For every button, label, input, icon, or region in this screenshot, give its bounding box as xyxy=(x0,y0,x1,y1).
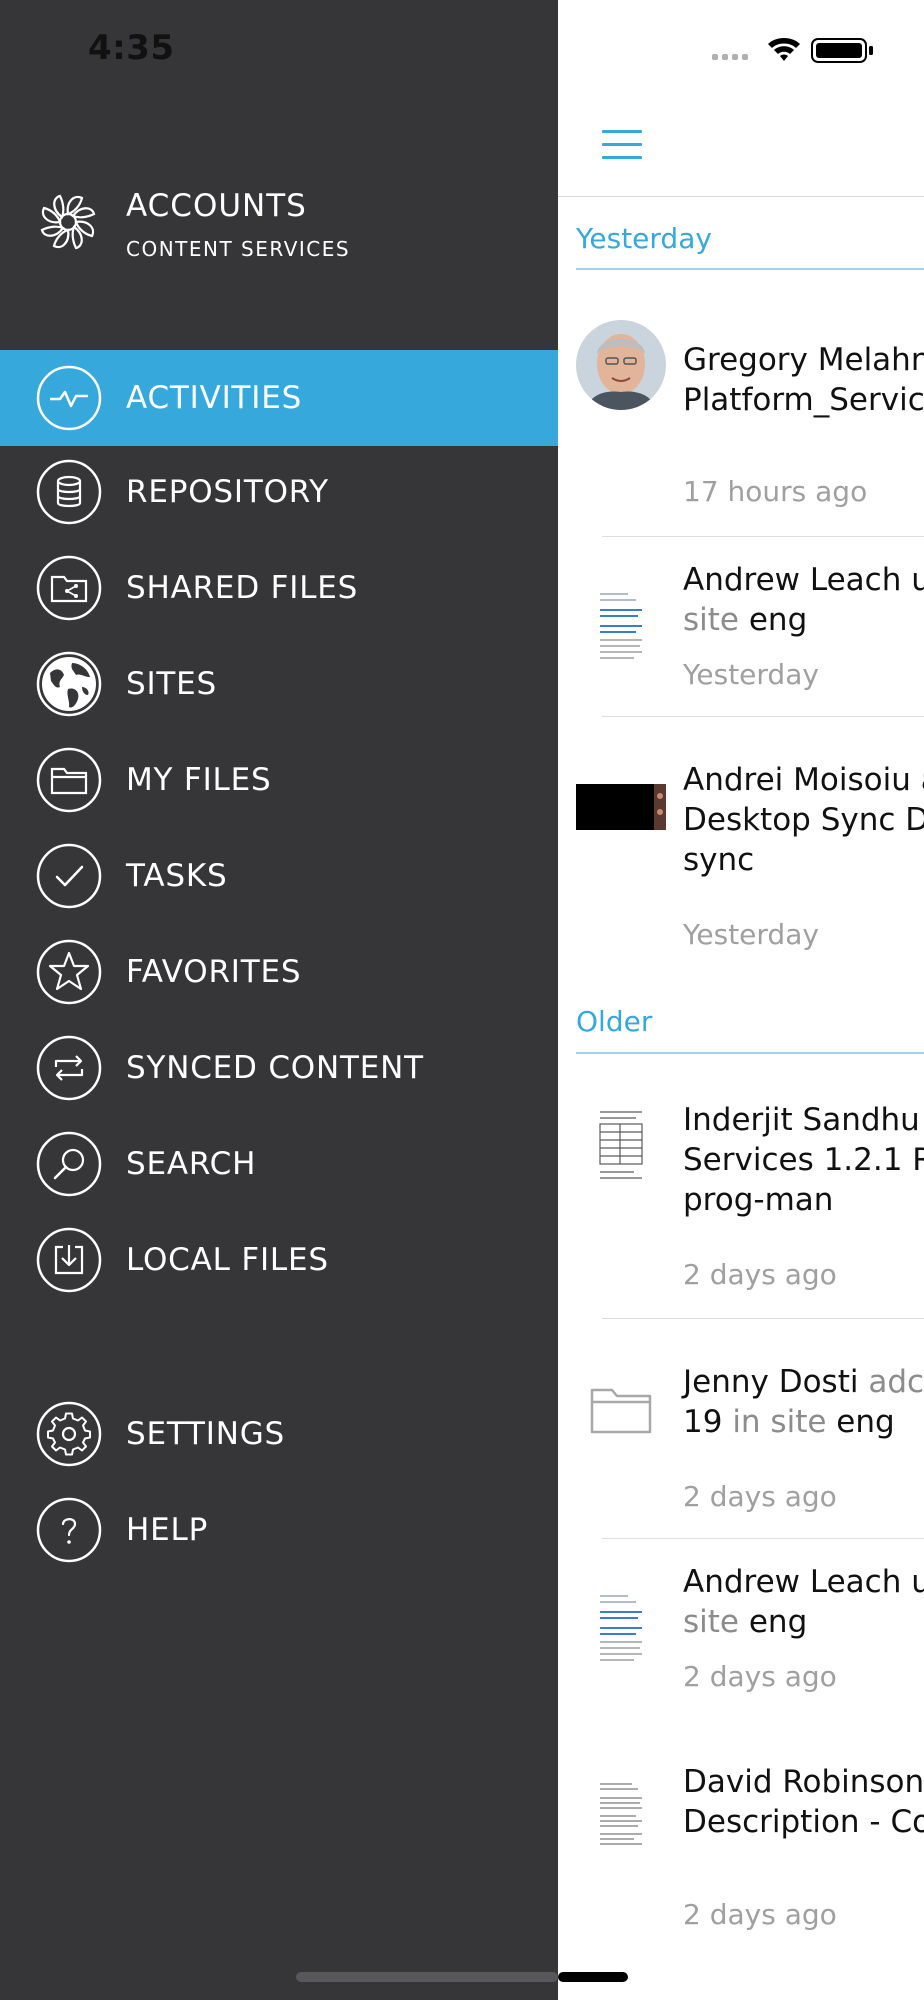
activity-time: 2 days ago xyxy=(683,1480,837,1513)
activity-line: Inderjit Sandhu xyxy=(683,1102,920,1138)
account-title: ACCOUNTS xyxy=(126,188,307,224)
activity-time: 2 days ago xyxy=(683,1258,837,1291)
activity-site: eng xyxy=(748,1604,808,1640)
menu-item-shared-files[interactable]: SHARED FILES xyxy=(0,540,558,636)
search-icon xyxy=(36,1131,102,1197)
menu-item-settings[interactable]: SETTINGS xyxy=(0,1386,558,1482)
gear-icon xyxy=(36,1401,102,1467)
video-thumbnail xyxy=(576,784,666,830)
activity-site: eng xyxy=(748,602,808,638)
section-divider xyxy=(576,268,924,270)
activities-panel: Yesterday Gregory Melahn Platform_Servic… xyxy=(558,0,924,2000)
menu-hamburger-icon[interactable] xyxy=(602,130,642,160)
activity-line: sync xyxy=(683,842,755,878)
menu-label-local-files: LOCAL FILES xyxy=(126,1242,329,1278)
home-indicator xyxy=(558,1972,628,1982)
home-indicator xyxy=(296,1972,558,1982)
menu-item-search[interactable]: SEARCH xyxy=(0,1116,558,1212)
menu-item-activities[interactable]: ACTIVITIES xyxy=(0,350,558,446)
activity-line: Andrei Moisoiu a xyxy=(683,762,924,798)
checkmark-icon xyxy=(36,843,102,909)
activity-action: adc xyxy=(868,1364,924,1400)
shared-folder-icon xyxy=(36,555,102,621)
navigation-drawer: 4:35 ACCOUNTS CONTENT SERVICES ACTIVITIE… xyxy=(0,0,558,2000)
menu-item-repository[interactable]: REPOSITORY xyxy=(0,444,558,540)
section-header-yesterday: Yesterday xyxy=(576,222,712,255)
activity-time: Yesterday xyxy=(683,658,819,691)
cellular-signal-icon xyxy=(712,54,748,60)
activity-line: Description - Co xyxy=(683,1804,924,1840)
activity-time: Yesterday xyxy=(683,918,819,951)
folder-icon xyxy=(590,1388,652,1434)
document-thumbnail xyxy=(596,1778,646,1860)
help-question-icon xyxy=(36,1497,102,1563)
activity-line: Services 1.2.1 Rt xyxy=(683,1142,924,1178)
star-icon xyxy=(36,939,102,1005)
activity-site: eng xyxy=(836,1404,895,1440)
section-header-older: Older xyxy=(576,1005,653,1038)
account-subtitle: CONTENT SERVICES xyxy=(126,237,351,261)
section-divider xyxy=(576,1052,924,1054)
activity-user: Jenny Dosti xyxy=(683,1364,869,1400)
folder-icon xyxy=(36,747,102,813)
activity-line: Desktop Sync D xyxy=(683,802,924,838)
wifi-icon xyxy=(768,38,800,61)
document-thumbnail xyxy=(596,586,646,668)
globe-icon xyxy=(36,651,102,717)
activity-line: Gregory Melahn xyxy=(683,342,924,378)
menu-item-tasks[interactable]: TASKS xyxy=(0,828,558,924)
activity-line: 19 xyxy=(683,1404,733,1440)
menu-item-sites[interactable]: SITES xyxy=(0,636,558,732)
alfresco-logo-icon xyxy=(40,194,96,250)
activity-time: 2 days ago xyxy=(683,1898,837,1931)
menu-item-my-files[interactable]: MY FILES xyxy=(0,732,558,828)
activity-line: prog-man xyxy=(683,1182,834,1218)
row-divider xyxy=(602,1538,924,1539)
header-divider xyxy=(558,196,924,197)
activity-line: Andrew Leach u xyxy=(683,562,924,598)
menu-label-shared-files: SHARED FILES xyxy=(126,570,359,606)
menu-item-local-files[interactable]: LOCAL FILES xyxy=(0,1212,558,1308)
sync-icon xyxy=(36,1035,102,1101)
activity-time: 17 hours ago xyxy=(683,475,868,508)
activity-line: Platform_Servic xyxy=(683,382,924,418)
menu-item-synced-content[interactable]: SYNCED CONTENT xyxy=(0,1020,558,1116)
status-time: 4:35 xyxy=(88,28,175,68)
menu-label-search: SEARCH xyxy=(126,1146,257,1182)
row-divider xyxy=(602,1318,924,1319)
menu-label-sites: SITES xyxy=(126,666,218,702)
menu-item-help[interactable]: HELP xyxy=(0,1482,558,1578)
menu-label-synced-content: SYNCED CONTENT xyxy=(126,1050,424,1086)
database-icon xyxy=(36,459,102,525)
menu-label-help: HELP xyxy=(126,1512,209,1548)
row-divider xyxy=(602,536,924,537)
menu-label-settings: SETTINGS xyxy=(126,1416,286,1452)
menu-label-tasks: TASKS xyxy=(126,858,228,894)
battery-icon xyxy=(811,38,873,63)
activity-line: in site xyxy=(732,1404,837,1440)
status-icons xyxy=(712,38,873,63)
activity-time: 2 days ago xyxy=(683,1660,837,1693)
activity-line: site xyxy=(683,1604,749,1640)
user-avatar xyxy=(576,320,666,410)
activity-line: site xyxy=(683,602,749,638)
menu-item-favorites[interactable]: FAVORITES xyxy=(0,924,558,1020)
row-divider xyxy=(602,716,924,717)
activity-pulse-icon xyxy=(36,365,102,431)
menu-label-favorites: FAVORITES xyxy=(126,954,302,990)
activity-line: David Robinson xyxy=(683,1764,924,1800)
activity-line: Andrew Leach u xyxy=(683,1564,924,1600)
download-tray-icon xyxy=(36,1227,102,1293)
document-thumbnail xyxy=(596,1588,646,1670)
menu-label-repository: REPOSITORY xyxy=(126,474,329,510)
menu-label-my-files: MY FILES xyxy=(126,762,272,798)
document-thumbnail xyxy=(596,1106,646,1188)
menu-label-activities: ACTIVITIES xyxy=(126,380,303,416)
